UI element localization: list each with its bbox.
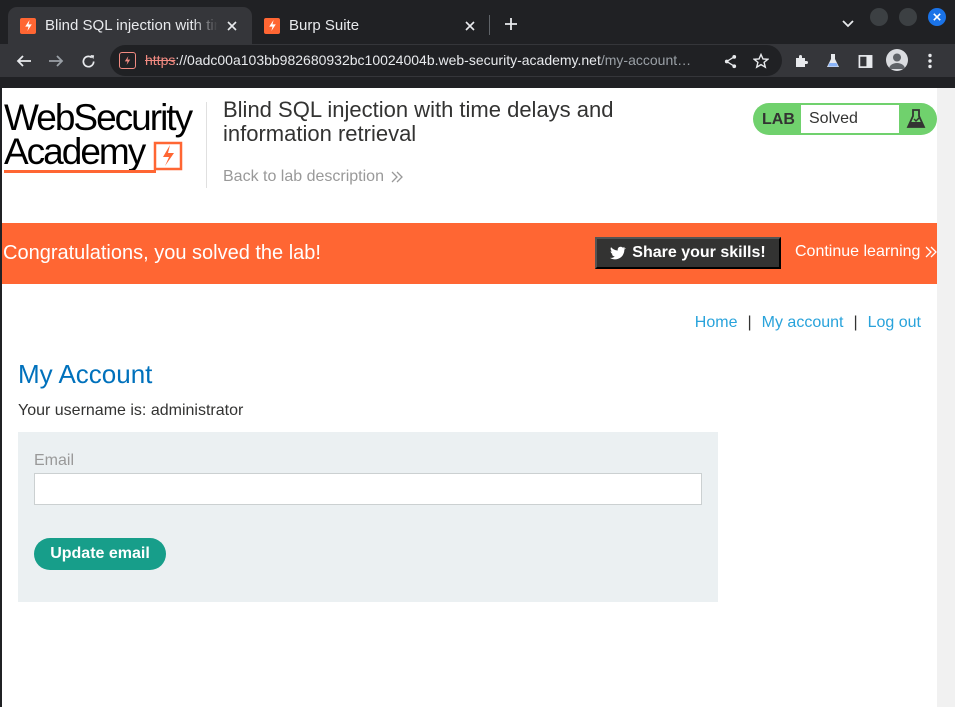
page-left-edge [0,88,2,707]
page-scrollbar[interactable] [937,88,955,707]
close-tab-icon[interactable] [224,18,240,34]
tab-title: Burp Suite [289,17,360,34]
page-title: My Account [18,359,153,389]
double-chevron-right-icon [925,246,937,258]
nav-separator: | [747,314,752,331]
nav-home-link[interactable]: Home [695,314,738,332]
tab-search-chevron-down-icon[interactable] [838,14,858,34]
new-tab-plus-icon[interactable] [500,13,522,35]
tab-separator [489,15,490,35]
bookmark-star-icon[interactable] [751,51,771,71]
twitter-bird-icon [610,246,626,260]
nav-my-account-link[interactable]: My account [762,314,844,332]
profile-avatar-icon[interactable] [886,49,908,71]
tab-burp-suite[interactable]: Burp Suite [252,7,490,44]
browser-menu-kebab-icon[interactable] [919,50,941,72]
burp-favicon-icon [20,17,36,34]
not-secure-lock-icon[interactable] [119,52,136,69]
email-label: Email [34,452,75,469]
username-text: Your username is: administrator [18,402,244,419]
extensions-puzzle-icon[interactable] [790,50,812,72]
window-minimize-button[interactable] [870,8,888,26]
share-icon[interactable] [720,51,740,71]
logo-line-2: Academy [4,131,146,172]
back-arrow-icon[interactable] [13,50,35,72]
tab-title: Blind SQL injection with time delays [45,17,218,34]
update-email-form: Email Update email [18,432,718,602]
logo-underline [4,170,156,173]
solved-banner: Congratulations, you solved the lab! Sha… [0,223,937,284]
email-field[interactable] [34,473,702,505]
browser-toolbar: https://0adc00a103bb982680932bc10024004b… [0,44,955,77]
url-path: /my-account… [600,52,692,68]
lab-label: LAB [762,111,795,128]
share-your-skills-button[interactable]: Share your skills! [595,237,781,269]
url-host: ://0adc00a103bb982680932bc10024004b.web-… [175,52,601,68]
page-viewport: WebSecurity Academy Blind SQL injection … [0,88,937,707]
nav-separator: | [853,314,858,331]
lab-status-value: Solved [801,105,899,133]
lab-status-widget: LAB Solved [753,103,937,135]
address-bar[interactable]: https://0adc00a103bb982680932bc10024004b… [110,45,782,76]
back-to-lab-description-link[interactable]: Back to lab description [223,168,403,186]
side-panel-icon[interactable] [854,50,876,72]
share-button-label: Share your skills! [632,244,766,261]
forward-arrow-icon[interactable] [45,50,67,72]
window-close-button[interactable] [928,8,946,26]
update-email-button[interactable]: Update email [34,538,166,570]
lab-title: Blind SQL injection with time delays and… [223,97,614,146]
reload-icon[interactable] [77,50,99,72]
url-text: https://0adc00a103bb982680932bc10024004b… [145,52,715,68]
double-chevron-right-icon [391,171,403,183]
labs-flask-icon[interactable] [822,50,844,72]
web-security-academy-logo[interactable]: WebSecurity Academy [4,98,204,174]
back-link-label: Back to lab description [223,168,384,185]
logo-bolt-icon [153,141,183,171]
url-scheme: https [145,52,176,68]
continue-learning-label: Continue learning [795,243,921,260]
top-navigation: Home | My account | Log out [695,314,921,332]
solved-flask-icon [906,109,926,128]
header-divider [206,102,207,188]
window-maximize-button[interactable] [899,8,917,26]
burp-favicon-icon [264,17,280,34]
nav-logout-link[interactable]: Log out [868,314,921,332]
browser-tab-strip: Blind SQL injection with time delays Bur… [0,0,955,44]
congratulations-message: Congratulations, you solved the lab! [3,242,321,264]
tab-blind-sql-injection[interactable]: Blind SQL injection with time delays [8,7,252,44]
close-tab-icon[interactable] [462,18,478,34]
continue-learning-link[interactable]: Continue learning [795,243,937,261]
